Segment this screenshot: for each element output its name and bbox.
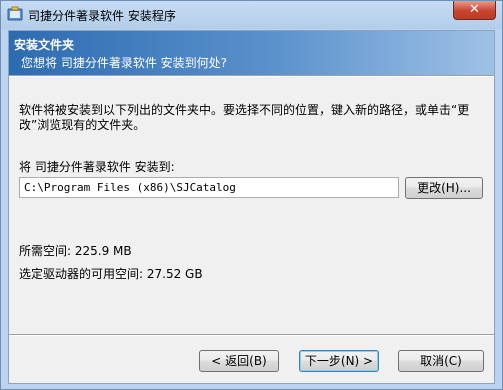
title-bar[interactable]: 司捷分件著录软件 安装程序 ✕ xyxy=(1,1,502,29)
page-title: 安装文件夹 xyxy=(14,38,75,52)
back-button[interactable]: < 返回(B) xyxy=(199,350,279,372)
install-folder-label: 将 司捷分件著录软件 安装到: xyxy=(19,160,175,174)
installer-window: 司捷分件著录软件 安装程序 ✕ 安装文件夹 您想将 司捷分件著录软件 安装到何处… xyxy=(0,0,503,390)
cancel-button[interactable]: 取消(C) xyxy=(398,350,484,372)
install-path-field[interactable]: C:\Program Files (x86)\SJCatalog xyxy=(19,177,399,198)
browse-button[interactable]: 更改(H)... xyxy=(405,177,483,199)
wizard-client-area: 安装文件夹 您想将 司捷分件著录软件 安装到何处? 软件将被安装到以下列出的文件… xyxy=(8,30,495,384)
window-title: 司捷分件著录软件 安装程序 xyxy=(28,9,176,23)
close-icon: ✕ xyxy=(469,2,480,17)
required-space-text: 所需空间: 225.9 MB xyxy=(19,244,132,258)
header-divider xyxy=(9,75,494,77)
close-button[interactable]: ✕ xyxy=(453,1,496,20)
installer-app-icon xyxy=(7,6,23,21)
page-subtitle: 您想将 司捷分件著录软件 安装到何处? xyxy=(21,56,227,70)
instruction-text: 软件将被安装到以下列出的文件夹中。要选择不同的位置，键入新的路径，或单击“更改”… xyxy=(19,103,470,132)
next-button[interactable]: 下一步(N) > xyxy=(299,350,379,372)
footer-divider xyxy=(9,334,494,336)
wizard-header: 安装文件夹 您想将 司捷分件著录软件 安装到何处? xyxy=(9,31,494,75)
available-space-text: 选定驱动器的可用空间: 27.52 GB xyxy=(19,267,203,281)
